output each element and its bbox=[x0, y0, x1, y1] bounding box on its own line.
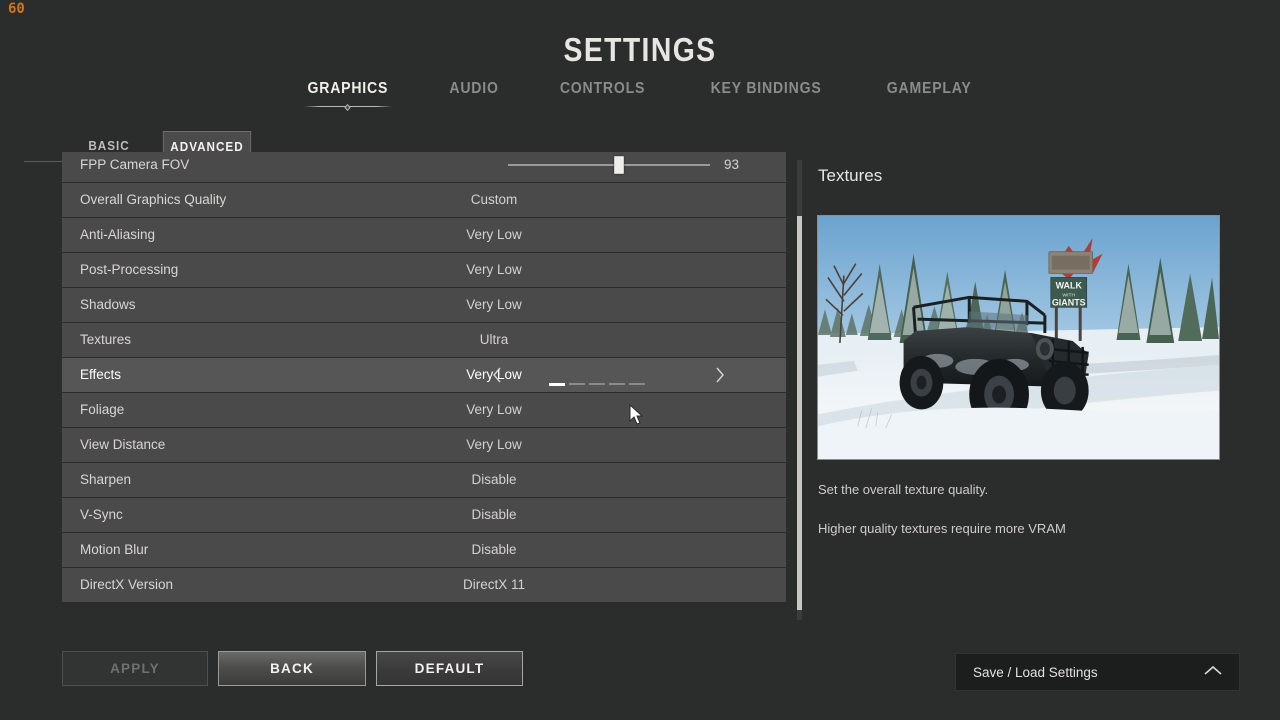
setting-value: Very Low bbox=[466, 297, 522, 312]
chevron-up-icon[interactable] bbox=[1203, 664, 1223, 683]
main-tab-bar: GRAPHICS AUDIO CONTROLS KEY BINDINGS GAM… bbox=[0, 80, 1280, 112]
setting-value: Disable bbox=[471, 542, 517, 557]
apply-button[interactable]: APPLY bbox=[62, 651, 208, 686]
tab-gameplay[interactable]: GAMEPLAY bbox=[864, 80, 995, 98]
setting-value: Disable bbox=[471, 472, 517, 487]
settings-scrollbar-thumb[interactable] bbox=[797, 216, 802, 610]
step-segment bbox=[609, 383, 625, 385]
fps-counter: 60 bbox=[8, 1, 25, 17]
setting-value: Ultra bbox=[479, 332, 509, 347]
slider-track bbox=[508, 164, 710, 166]
setting-row-effects[interactable]: Effects Very Low bbox=[62, 358, 786, 392]
slider-handle[interactable] bbox=[614, 156, 625, 174]
settings-list: FPP Camera FOV 93 Overall Graphics Quali… bbox=[24, 152, 804, 620]
info-panel-title: Textures bbox=[818, 166, 883, 185]
setting-value: Disable bbox=[471, 507, 517, 522]
svg-text:GIANTS: GIANTS bbox=[1052, 297, 1086, 307]
tab-controls-label: CONTROLS bbox=[559, 80, 646, 97]
tab-graphics[interactable]: GRAPHICS bbox=[285, 80, 411, 112]
info-description-line-2: Higher quality textures require more VRA… bbox=[818, 521, 1066, 536]
texture-preview-image: WALK WITH GIANTS bbox=[817, 215, 1220, 460]
setting-row-fpp-camera-fov[interactable]: FPP Camera FOV 93 bbox=[62, 152, 786, 182]
page-title: SETTINGS bbox=[563, 31, 717, 68]
step-segment bbox=[549, 383, 565, 386]
step-segment bbox=[589, 383, 605, 385]
default-button[interactable]: DEFAULT bbox=[376, 651, 523, 686]
save-load-settings-label: Save / Load Settings bbox=[973, 664, 1098, 680]
setting-row-motion-blur[interactable]: Motion Blur Disable bbox=[62, 533, 786, 567]
svg-text:WALK: WALK bbox=[1056, 280, 1083, 290]
step-segment bbox=[629, 383, 645, 385]
step-segment bbox=[569, 383, 585, 385]
info-description-line-1: Set the overall texture quality. bbox=[818, 482, 989, 497]
tab-audio[interactable]: AUDIO bbox=[427, 80, 522, 98]
settings-screen: 60 SETTINGS GRAPHICS AUDIO CONTROLS KEY … bbox=[0, 0, 1280, 720]
tab-controls[interactable]: CONTROLS bbox=[537, 80, 668, 98]
mouse-cursor bbox=[629, 404, 644, 425]
tab-audio-label: AUDIO bbox=[449, 80, 499, 97]
setting-value: Custom bbox=[470, 192, 518, 207]
setting-row-sharpen[interactable]: Sharpen Disable bbox=[62, 463, 786, 497]
setting-value: Very Low bbox=[466, 402, 522, 417]
tab-key-bindings-label: KEY BINDINGS bbox=[710, 80, 822, 97]
setting-value: Very Low bbox=[466, 227, 522, 242]
save-load-settings-bar[interactable]: Save / Load Settings bbox=[955, 653, 1240, 691]
setting-row-overall-graphics-quality[interactable]: Overall Graphics Quality Custom bbox=[62, 183, 786, 217]
setting-step-indicator bbox=[549, 383, 645, 386]
setting-row-shadows[interactable]: Shadows Very Low bbox=[62, 288, 786, 322]
setting-value: DirectX 11 bbox=[462, 577, 526, 592]
setting-row-directx-version[interactable]: DirectX Version DirectX 11 bbox=[62, 568, 786, 602]
setting-label: FPP Camera FOV bbox=[80, 157, 190, 172]
setting-row-v-sync[interactable]: V-Sync Disable bbox=[62, 498, 786, 532]
slider-value: 93 bbox=[724, 157, 740, 172]
tab-graphics-label: GRAPHICS bbox=[307, 80, 389, 97]
chevron-right-icon[interactable] bbox=[706, 358, 732, 392]
setting-value: Very Low bbox=[466, 262, 522, 277]
setting-value: Very Low bbox=[466, 437, 522, 452]
setting-value: Very Low bbox=[466, 367, 522, 382]
tab-key-bindings[interactable]: KEY BINDINGS bbox=[688, 80, 845, 98]
setting-row-anti-aliasing[interactable]: Anti-Aliasing Very Low bbox=[62, 218, 786, 252]
back-button[interactable]: BACK bbox=[218, 651, 366, 686]
setting-row-view-distance[interactable]: View Distance Very Low bbox=[62, 428, 786, 462]
fov-slider[interactable]: 93 bbox=[508, 152, 748, 182]
tab-gameplay-label: GAMEPLAY bbox=[886, 80, 972, 97]
setting-row-foliage[interactable]: Foliage Very Low bbox=[62, 393, 786, 427]
setting-row-textures[interactable]: Textures Ultra bbox=[62, 323, 786, 357]
setting-row-post-processing[interactable]: Post-Processing Very Low bbox=[62, 253, 786, 287]
